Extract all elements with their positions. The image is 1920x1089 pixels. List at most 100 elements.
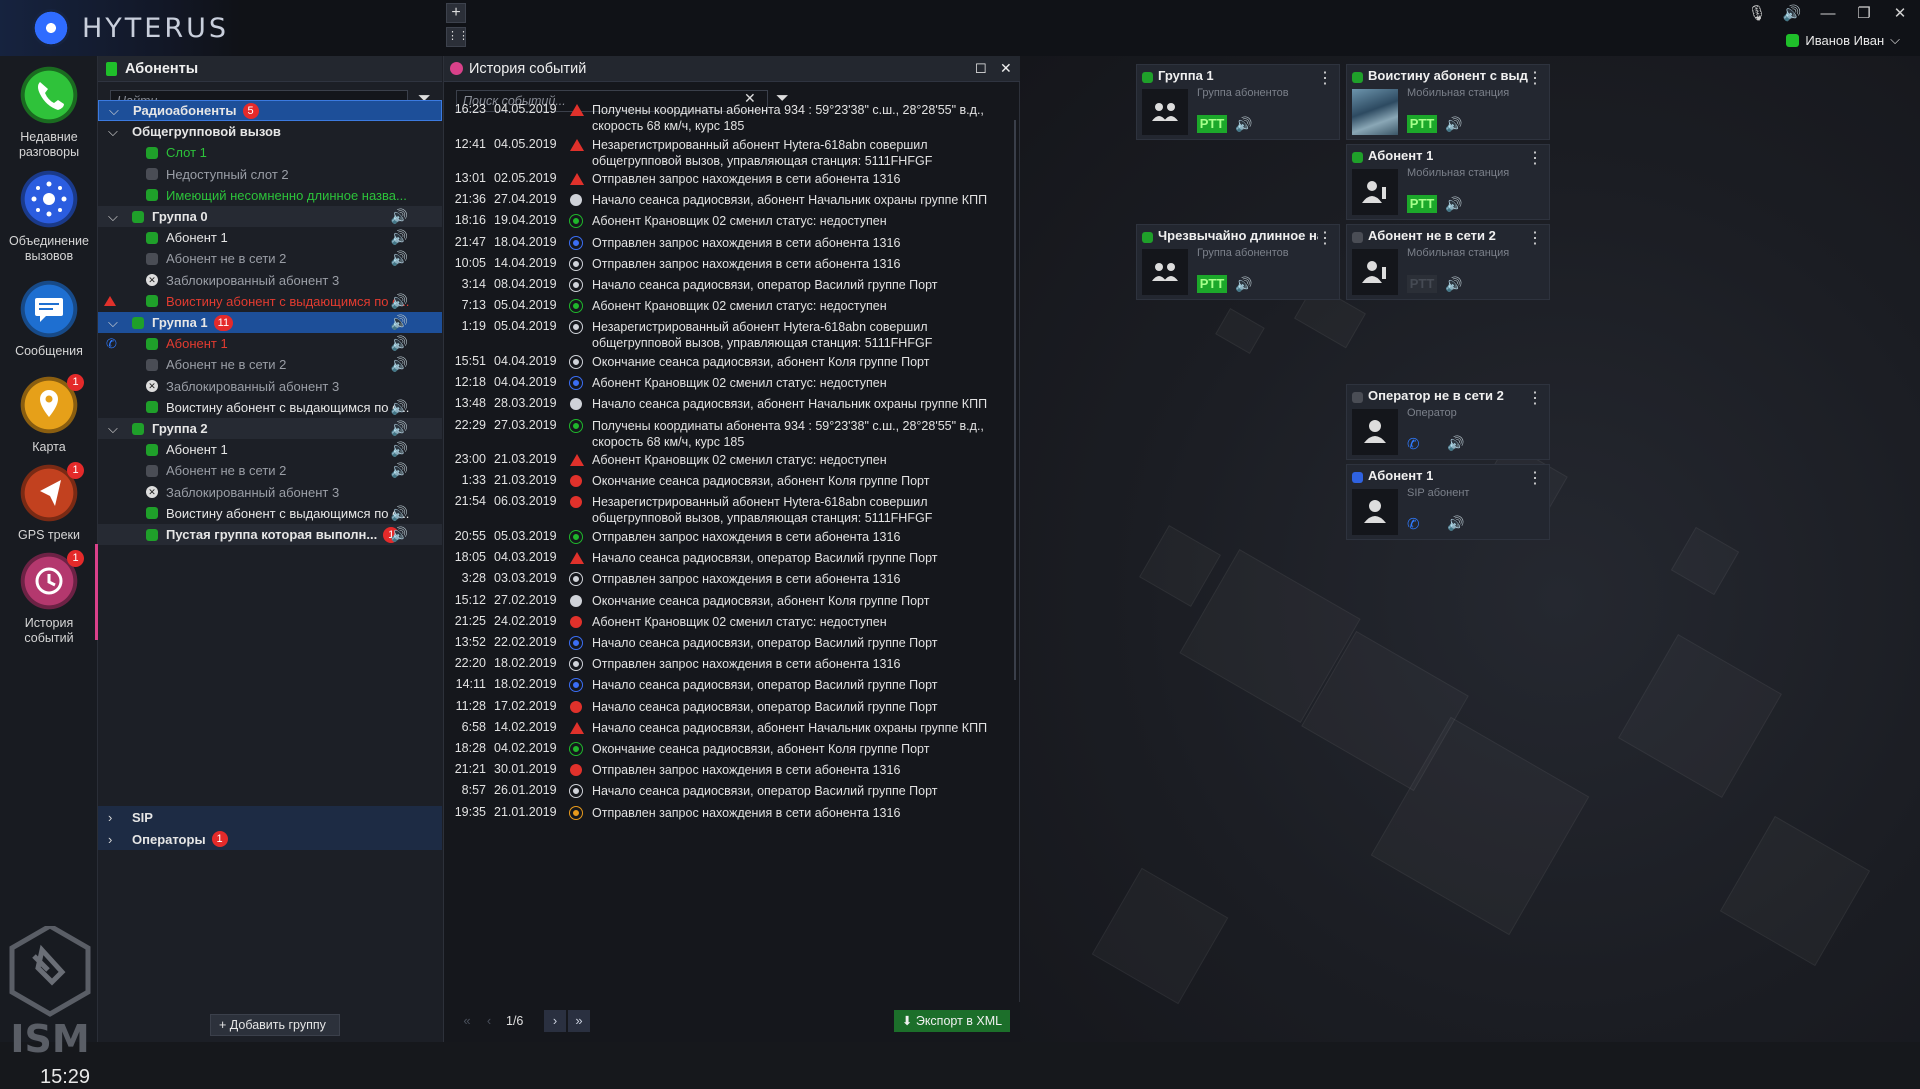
event-row[interactable]: 13:52 22.02.2019 Начало сеанса радиосвязи,… xyxy=(444,635,1004,656)
chevron-down-icon[interactable]: ⌵ xyxy=(108,124,122,140)
next-page-icon[interactable]: › xyxy=(544,1010,566,1032)
speaker-icon[interactable]: 🔊 xyxy=(391,356,408,373)
more-menu-icon[interactable]: ⋮ xyxy=(1527,388,1543,408)
speaker-icon[interactable]: 🔊 xyxy=(391,250,408,267)
more-menu-icon[interactable]: ⋮ xyxy=(1527,468,1543,488)
nav-event-history[interactable]: 1 История событий xyxy=(0,550,98,646)
event-row[interactable]: 12:18 04.04.2019 Абонент Крановщик 02 смен… xyxy=(444,375,1004,396)
speaker-icon[interactable]: 🔊 xyxy=(1447,515,1464,532)
event-row[interactable]: 21:25 24.02.2019 Абонент Крановщик 02 смен… xyxy=(444,614,1004,635)
speaker-icon[interactable]: 🔊 xyxy=(391,399,408,416)
speaker-icon[interactable]: 🔊 xyxy=(1447,435,1464,452)
event-row[interactable]: 14:11 18.02.2019 Начало сеанса радиосвязи,… xyxy=(444,677,1004,698)
event-row[interactable]: 21:21 30.01.2019 Отправлен запрос нахожден… xyxy=(444,762,1004,783)
speaker-icon[interactable]: 🔊 xyxy=(391,462,408,479)
event-row[interactable]: 19:35 21.01.2019 Отправлен запрос нахожден… xyxy=(444,805,1004,826)
speaker-icon[interactable]: 🔊 xyxy=(1780,4,1804,24)
tree-item-row[interactable]: Имеющий несомненно длинное назва... xyxy=(98,185,442,206)
tree-item-row[interactable]: ✕ Заблокированный абонент 3 xyxy=(98,482,442,503)
tree-item-row[interactable]: Абонент не в сети 2 🔊 xyxy=(98,460,442,481)
nav-recent-calls[interactable]: Недавние разговоры xyxy=(0,64,98,160)
event-row[interactable]: 15:12 27.02.2019 Окончание сеанса радиосвя… xyxy=(444,593,1004,614)
event-row[interactable]: 8:57 26.01.2019 Начало сеанса радиосвязи, … xyxy=(444,783,1004,804)
scrollbar[interactable] xyxy=(1014,120,1016,680)
ptt-button[interactable]: PTT xyxy=(1407,275,1437,293)
speaker-icon[interactable]: 🔊 xyxy=(1445,196,1462,213)
call-icon[interactable]: ✆ xyxy=(1407,435,1420,453)
ptt-button[interactable]: PTT xyxy=(1197,115,1227,133)
export-xml-button[interactable]: ⬇ Экспорт в XML xyxy=(894,1010,1010,1032)
subscriber-card[interactable]: Абонент 1 ⋮ Мобильная станция PTT 🔊 xyxy=(1346,144,1550,220)
call-icon[interactable]: ✆ xyxy=(1407,515,1420,533)
tree-item-row[interactable]: ✆ Абонент 1 🔊 xyxy=(98,333,442,354)
tree-group-row[interactable]: Пустая группа которая выполн... 1 🔊 xyxy=(98,524,442,545)
subscriber-card[interactable]: Воистину абонент с выда...⋮ Мобильная ста… xyxy=(1346,64,1550,140)
event-row[interactable]: 21:47 18.04.2019 Отправлен запрос нахожден… xyxy=(444,235,1004,256)
tree-item-row[interactable]: Абонент 1 🔊 xyxy=(98,439,442,460)
subscriber-card[interactable]: Абонент 1 ⋮ SIP абонент ✆ 🔊 xyxy=(1346,464,1550,540)
speaker-icon[interactable]: 🔊 xyxy=(1445,276,1462,293)
event-row[interactable]: 16:23 04.05.2019 Получены координаты абоне… xyxy=(444,102,1004,136)
subscriber-card[interactable]: Оператор не в сети 2 ⋮ Оператор ✆ 🔊 xyxy=(1346,384,1550,460)
nav-map[interactable]: 1 Карта xyxy=(0,374,98,455)
event-row[interactable]: 18:28 04.02.2019 Окончание сеанса радиосвя… xyxy=(444,741,1004,762)
event-row[interactable]: 13:01 02.05.2019 Отправлен запрос нахожден… xyxy=(444,171,1004,192)
event-row[interactable]: 3:28 03.03.2019 Отправлен запрос нахождени… xyxy=(444,571,1004,592)
subscriber-card[interactable]: Абонент не в сети 2 ⋮ Мобильная станция PTT… xyxy=(1346,224,1550,300)
nav-messages[interactable]: Сообщения xyxy=(0,278,98,359)
speaker-icon[interactable]: 🔊 xyxy=(391,229,408,246)
tree-item-row[interactable]: Абонент 1 🔊 xyxy=(98,227,442,248)
event-row[interactable]: 21:54 06.03.2019 Незарегистрированный абон… xyxy=(444,494,1004,528)
event-row[interactable]: 7:13 05.04.2019 Абонент Крановщик 02 смени… xyxy=(444,298,1004,319)
subscriber-card[interactable]: Группа 1 ⋮ Группа абонентов PTT 🔊 xyxy=(1136,64,1340,140)
event-row[interactable]: 15:51 04.04.2019 Окончание сеанса радиосвя… xyxy=(444,354,1004,375)
ptt-button[interactable]: PTT xyxy=(1197,275,1227,293)
more-menu-icon[interactable]: ⋮ xyxy=(1317,68,1333,88)
chevron-down-icon[interactable]: ⌵ xyxy=(108,209,122,225)
event-row[interactable]: 23:00 21.03.2019 Абонент Крановщик 02 смен… xyxy=(444,452,1004,473)
add-panel-icon[interactable]: + xyxy=(446,3,466,23)
event-row[interactable]: 21:36 27.04.2019 Начало сеанса радиосвязи,… xyxy=(444,192,1004,213)
event-row[interactable]: 18:05 04.03.2019 Начало сеанса радиосвязи,… xyxy=(444,550,1004,571)
speaker-icon[interactable]: 🔊 xyxy=(391,441,408,458)
event-row[interactable]: 10:05 14.04.2019 Отправлен запрос нахожден… xyxy=(444,256,1004,277)
speaker-icon[interactable]: 🔊 xyxy=(391,526,408,543)
speaker-icon[interactable]: 🔊 xyxy=(391,335,408,352)
speaker-icon[interactable]: 🔊 xyxy=(391,314,408,331)
tree-item-row[interactable]: Абонент не в сети 2 🔊 xyxy=(98,354,442,375)
maximize-icon[interactable]: ❐ xyxy=(1852,4,1876,24)
speaker-icon[interactable]: 🔊 xyxy=(391,293,408,310)
first-page-icon[interactable]: « xyxy=(456,1010,478,1032)
speaker-icon[interactable]: 🔊 xyxy=(1445,116,1462,133)
event-row[interactable]: 22:29 27.03.2019 Получены координаты абоне… xyxy=(444,418,1004,452)
event-row[interactable]: 11:28 17.02.2019 Начало сеанса радиосвязи,… xyxy=(444,699,1004,720)
event-row[interactable]: 6:58 14.02.2019 Начало сеанса радиосвязи, … xyxy=(444,720,1004,741)
grid-layout-icon[interactable]: ⋮⋮ xyxy=(446,27,469,47)
last-page-icon[interactable]: » xyxy=(568,1010,590,1032)
close-window-icon[interactable]: ✕ xyxy=(1888,4,1912,24)
speaker-icon[interactable]: 🔊 xyxy=(1235,276,1252,293)
event-row[interactable]: 22:20 18.02.2019 Отправлен запрос нахожден… xyxy=(444,656,1004,677)
more-menu-icon[interactable]: ⋮ xyxy=(1527,228,1543,248)
maximize-panel-icon[interactable]: ☐ xyxy=(975,61,987,77)
tree-item-row[interactable]: Абонент не в сети 2 🔊 xyxy=(98,248,442,269)
tree-item-row[interactable]: Воистину абонент с выдающимся по с... 🔊 xyxy=(98,291,442,312)
tree-group-row[interactable]: ⌵ Группа 1 11 🔊 xyxy=(98,312,442,333)
chevron-down-icon[interactable]: ⌵ xyxy=(108,315,122,331)
tree-item-row[interactable]: Воистину абонент с выдающимся по с... 🔊 xyxy=(98,503,442,524)
chevron-right-icon[interactable]: › xyxy=(108,810,122,825)
user-menu[interactable]: Иванов Иван ⌵ xyxy=(1786,30,1900,50)
close-panel-icon[interactable]: ✕ xyxy=(1000,60,1012,77)
tree-section-row[interactable]: › Операторы 1 xyxy=(98,828,442,850)
ptt-button[interactable]: PTT xyxy=(1407,195,1437,213)
tree-group-row[interactable]: ⌵ Радиоабоненты 5 xyxy=(98,100,442,121)
nav-merge-calls[interactable]: Объединение вызовов xyxy=(0,168,98,264)
tree-group-row[interactable]: ⌵ Группа 0 🔊 xyxy=(98,206,442,227)
speaker-icon[interactable]: 🔊 xyxy=(391,208,408,225)
speaker-icon[interactable]: 🔊 xyxy=(391,505,408,522)
event-row[interactable]: 20:55 05.03.2019 Отправлен запрос нахожден… xyxy=(444,529,1004,550)
tree-item-row[interactable]: ✕ Заблокированный абонент 3 xyxy=(98,376,442,397)
more-menu-icon[interactable]: ⋮ xyxy=(1317,228,1333,248)
event-row[interactable]: 12:41 04.05.2019 Незарегистрированный абон… xyxy=(444,137,1004,171)
microphone-icon[interactable]: 🎙 xyxy=(1745,4,1769,24)
